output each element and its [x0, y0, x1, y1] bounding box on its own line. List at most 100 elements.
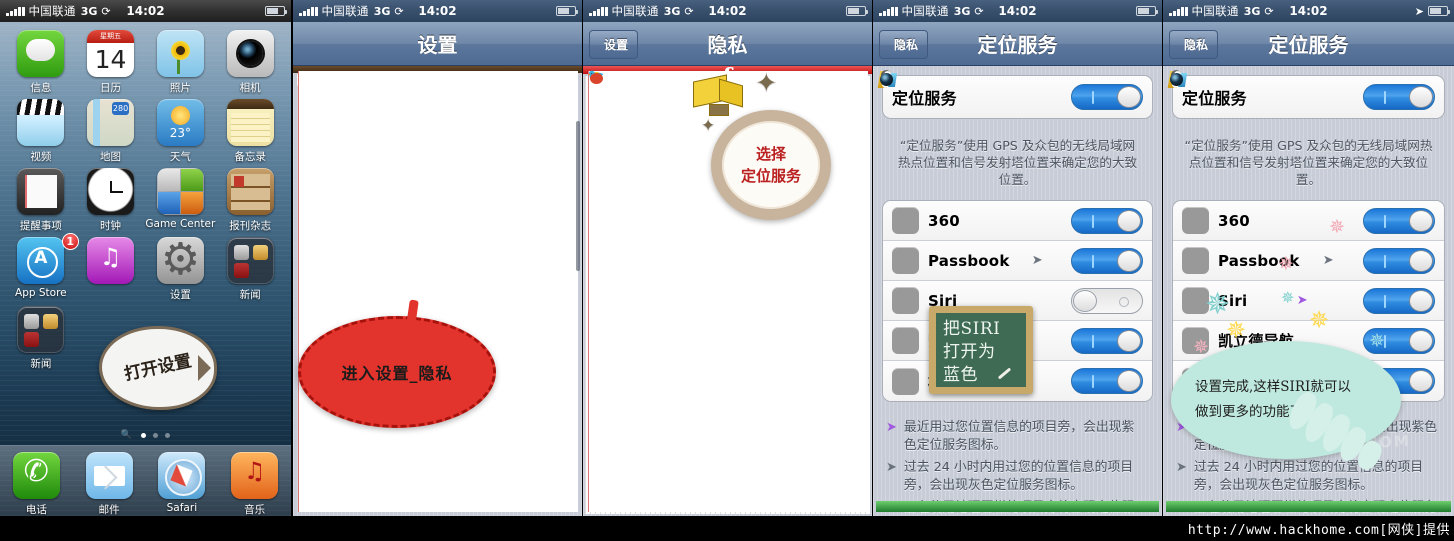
- app-icon-settings[interactable]: 设置: [145, 237, 215, 302]
- sparkle-icon: ✵: [1329, 216, 1345, 238]
- annotation-line-1: 选择: [755, 145, 786, 163]
- app-icon-maps[interactable]: 地图: [76, 99, 146, 164]
- network-label: 3G: [80, 4, 98, 18]
- page-title: 设置: [417, 33, 458, 57]
- app-label: 备忘录: [234, 151, 266, 163]
- gray-arrow-icon: ➤: [886, 460, 897, 475]
- back-button[interactable]: 隐私: [1169, 30, 1219, 59]
- app-label: 天气: [169, 151, 191, 163]
- back-button[interactable]: 隐私: [879, 30, 929, 59]
- row-label: 360: [928, 211, 960, 230]
- screenshot-stage: 中国联通 3G ⟳ 14:02 信息 星期五 14 日历 照片 相机 视频 28…: [0, 0, 1454, 541]
- panel-home-screen: 中国联通 3G ⟳ 14:02 信息 星期五 14 日历 照片 相机 视频 28…: [0, 0, 291, 516]
- camera-icon: [226, 30, 274, 77]
- dock-item-mail[interactable]: 邮件: [85, 452, 133, 516]
- app-location-toggle[interactable]: [1071, 287, 1143, 314]
- app-location-toggle[interactable]: [1071, 207, 1143, 234]
- maps-icon: [87, 99, 135, 146]
- location-app-row-360[interactable]: 360: [1173, 201, 1444, 241]
- folder-icon: [17, 306, 65, 353]
- app-icon-notes[interactable]: 备忘录: [215, 99, 285, 164]
- dock-label: 电话: [25, 504, 47, 516]
- sparkle-icon: ✵: [1278, 253, 1294, 275]
- app-icon-news-folder-2[interactable]: 新闻: [6, 306, 76, 371]
- app-icon-videos[interactable]: 视频: [6, 99, 76, 164]
- search-icon[interactable]: 🔍: [121, 430, 132, 440]
- battery-charging-icon: [846, 6, 869, 16]
- dock-item-phone[interactable]: 电话: [12, 452, 60, 516]
- app-icon-clock[interactable]: 时钟: [76, 168, 146, 233]
- annotation-text-block: 把SIRI 打开为 蓝色: [943, 318, 1019, 387]
- app-location-toggle[interactable]: [1362, 287, 1435, 314]
- annotation-line-2: 打开为: [943, 342, 996, 362]
- app-icon-messages[interactable]: 信息: [6, 30, 76, 95]
- annotation-turn-on-siri: 把SIRI 打开为 蓝色: [929, 306, 1033, 394]
- app-location-toggle[interactable]: [1363, 207, 1435, 234]
- location-services-table-view[interactable]: 定位服务 “定位服务”使用 GPS 及众包的无线局域网热点位置和信号发射塔位置来…: [873, 66, 1162, 516]
- home-screen-wallpaper: 信息 星期五 14 日历 照片 相机 视频 280 地图 23° 天气 备忘录 …: [0, 22, 291, 516]
- app-location-toggle[interactable]: [1071, 247, 1143, 274]
- location-services-master-row[interactable]: 定位服务: [883, 76, 1152, 118]
- legend-text: 最近用过您位置信息的项目旁，会出现紫色定位服务图标。: [903, 420, 1135, 453]
- panel-settings: 中国联通 3G ⟳ 14:02 设置 勿扰模式 通知 ›: [293, 0, 582, 516]
- location-services-master-row[interactable]: 定位服务: [1173, 76, 1444, 118]
- network-label: 3G: [373, 4, 391, 18]
- settings-row-reminders[interactable]: 提醒事项 ›: [303, 462, 572, 502]
- battery-charging-icon: [1136, 6, 1159, 16]
- app-icon-news-folder[interactable]: 新闻: [215, 237, 285, 302]
- network-label: 3G: [663, 4, 681, 18]
- newsstand-icon: [226, 168, 274, 215]
- network-label: 3G: [1243, 4, 1261, 18]
- back-button[interactable]: 设置: [589, 30, 639, 59]
- status-bar: 中国联通 3G ⟳ 14:02: [293, 0, 582, 22]
- page-indicator[interactable]: 🔍: [0, 430, 291, 440]
- sparkle-icon: ✵: [1281, 288, 1295, 307]
- status-bar: 中国联通 3G ⟳ 14:02: [583, 0, 872, 22]
- location-app-row-passbook[interactable]: Passbook ➤: [1173, 241, 1444, 281]
- location-services-description: “定位服务”使用 GPS 及众包的无线局域网热点位置和信号发射塔位置来确定您的大…: [1184, 138, 1433, 187]
- location-services-master-toggle[interactable]: [1071, 84, 1143, 110]
- sync-icon: ⟳: [974, 4, 984, 18]
- legend-item-gray: ➤ 过去 24 小时内用过您的位置信息的项目旁，会出现灰色定位服务图标。: [882, 459, 1153, 499]
- app-icon-reminders[interactable]: 提醒事项: [6, 168, 76, 233]
- app-icon-app-store[interactable]: 1 App Store: [6, 233, 79, 302]
- scroll-indicator[interactable]: [576, 121, 580, 271]
- callout-body: 进入设置_隐私: [298, 316, 496, 428]
- sparkle-icon: ✵: [1309, 306, 1330, 334]
- sparkle-icon: ✵: [1226, 316, 1247, 344]
- page-title: 定位服务: [1268, 33, 1349, 57]
- app-icon-itunes[interactable]: [76, 237, 146, 302]
- app-icon-newsstand[interactable]: 报刊杂志: [215, 168, 285, 233]
- music-icon: [231, 452, 279, 499]
- app-icon-calendar[interactable]: 星期五 14 日历: [76, 30, 146, 95]
- app-location-toggle[interactable]: [1071, 327, 1143, 354]
- passbook-icon: [1182, 247, 1209, 274]
- location-services-master-toggle[interactable]: [1363, 84, 1435, 110]
- dock-item-safari[interactable]: Safari: [158, 452, 206, 514]
- page-title: 定位服务: [977, 33, 1058, 57]
- app-icon-weather[interactable]: 23° 天气: [145, 99, 215, 164]
- location-app-row-360[interactable]: 360: [883, 201, 1152, 241]
- app-location-toggle[interactable]: [1363, 247, 1435, 274]
- nav-bar: 设置: [293, 22, 582, 66]
- videos-icon: [17, 99, 65, 146]
- app-label: 信息: [30, 82, 52, 94]
- location-app-row-passbook[interactable]: Passbook ➤: [883, 241, 1152, 281]
- app-icon-camera[interactable]: 相机: [215, 30, 285, 95]
- app-location-toggle[interactable]: [1071, 368, 1143, 394]
- settings-table-view[interactable]: 勿扰模式 通知 › 通用 › 声音 ›: [293, 66, 582, 516]
- app-icon-game-center[interactable]: Game Center: [145, 168, 215, 233]
- app-label: Game Center: [145, 218, 216, 230]
- app-icon-photos[interactable]: 照片: [145, 30, 215, 95]
- panel-privacy: 中国联通 3G ⟳ 14:02 设置 隐私 定位服务 打开 ›: [583, 0, 872, 516]
- itunes-icon: [87, 237, 135, 284]
- annotation-line-1: 把SIRI: [943, 319, 1001, 339]
- annotation-line-2: 定位服务: [740, 167, 801, 185]
- messages-icon: [17, 30, 65, 77]
- clock-icon: [87, 168, 135, 215]
- notes-icon: [226, 99, 274, 146]
- dock-item-music[interactable]: 音乐: [231, 452, 279, 516]
- dock-label: Safari: [166, 502, 198, 514]
- carrier-label: 中国联通: [321, 4, 369, 18]
- app-label: 报刊杂志: [229, 220, 272, 232]
